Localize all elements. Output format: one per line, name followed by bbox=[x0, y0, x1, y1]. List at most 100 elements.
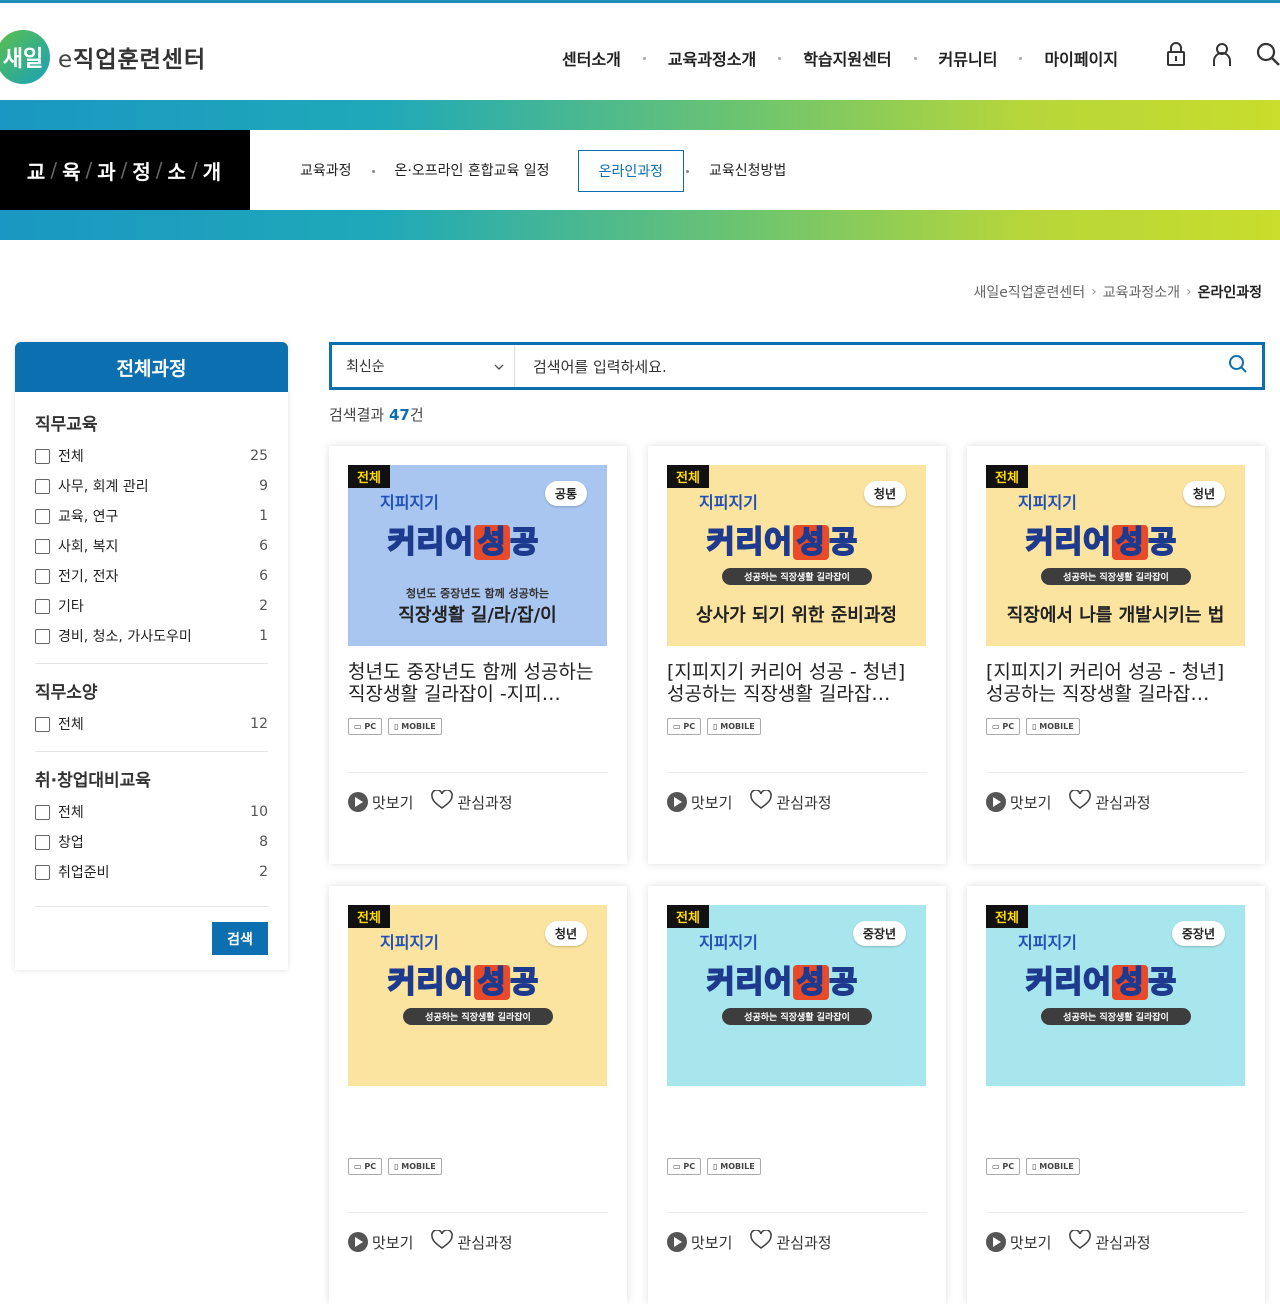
device-badges: ▭ PC ▯ MOBILE bbox=[986, 718, 1080, 735]
filter-option[interactable]: 전체 12 bbox=[35, 709, 268, 739]
course-card[interactable]: 전체 지피지기 중장년 커리어 성 공 성공하는 직장생활 길라잡이 ▭ PC ▯ MOBILE… bbox=[648, 886, 946, 1304]
pc-badge-label: PC bbox=[364, 1162, 377, 1171]
filter-option[interactable]: 경비, 청소, 가사도우미 1 bbox=[35, 621, 268, 651]
checkbox[interactable] bbox=[35, 628, 50, 644]
course-thumbnail[interactable]: 전체 지피지기 청년 커리어 성 공 성공하는 직장생활 길라잡이 직장에서 나를 개발시키는… bbox=[986, 465, 1245, 646]
filter-option[interactable]: 사회, 복지 6 bbox=[35, 531, 268, 561]
filter-group-employment-startup: 취·창업대비교육 전체 10 창업 8 취업준비 2 bbox=[15, 752, 288, 887]
filter-option[interactable]: 교육, 연구 1 bbox=[35, 501, 268, 531]
device-badges: ▭ PC ▯ MOBILE bbox=[667, 1158, 761, 1175]
preview-button[interactable]: 맛보기 bbox=[667, 1232, 732, 1253]
breadcrumb-section[interactable]: 교육과정소개 bbox=[1103, 282, 1180, 302]
mobile-badge: ▯ MOBILE bbox=[707, 718, 761, 735]
sort-select[interactable]: 최신순 bbox=[332, 345, 515, 387]
course-thumbnail[interactable]: 전체 지피지기 청년 커리어 성 공 성공하는 직장생활 길라잡이 상사가 되기 위한 준비과… bbox=[667, 465, 926, 646]
filter-group-job-training: 직무교육 전체 25 사무, 회계 관리 9 교육, 연구 1 사회, 복지 6 전기,… bbox=[15, 392, 288, 651]
checkbox[interactable] bbox=[35, 478, 50, 494]
filter-option-label: 전체 bbox=[58, 717, 84, 733]
checkbox[interactable] bbox=[35, 598, 50, 614]
interest-button[interactable]: 관심과정 bbox=[431, 789, 513, 814]
tab-how-to-apply[interactable]: 교육신청방법 bbox=[689, 150, 806, 192]
course-title[interactable]: 청년도 중장년도 함께 성공하는 직장생활 길라잡이 -지피… bbox=[348, 661, 608, 705]
preview-button[interactable]: 맛보기 bbox=[348, 1232, 413, 1253]
preview-button[interactable]: 맛보기 bbox=[348, 792, 413, 813]
filter-option[interactable]: 사무, 회계 관리 9 bbox=[35, 471, 268, 501]
interest-button[interactable]: 관심과정 bbox=[431, 1229, 513, 1254]
user-icon[interactable] bbox=[1210, 41, 1234, 67]
course-card[interactable]: 전체 지피지기 중장년 커리어 성 공 성공하는 직장생활 길라잡이 ▭ PC ▯ MOBILE… bbox=[967, 886, 1265, 1304]
result-prefix: 검색결과 bbox=[329, 406, 389, 424]
course-card[interactable]: 전체 지피지기 청년 커리어 성 공 성공하는 직장생활 길라잡이 ▭ PC ▯ MOBILE 맛… bbox=[329, 886, 627, 1304]
gnb-item-mypage[interactable]: 마이페이지 bbox=[1022, 46, 1140, 70]
search-input[interactable]: 검색어를 입력하세요. bbox=[515, 345, 1214, 387]
thumbnail-pill: 성공하는 직장생활 길라잡이 bbox=[722, 1008, 872, 1025]
course-title[interactable]: [지피지기 커리어 성공 - 청년] 성공하는 직장생활 길라잡… bbox=[667, 661, 927, 705]
tab-online-courses[interactable]: 온라인과정 bbox=[577, 150, 684, 192]
course-title[interactable] bbox=[986, 1101, 1246, 1145]
filter-search-button[interactable]: 검색 bbox=[212, 922, 268, 955]
thumbnail-headline: 커리어 성 공 bbox=[387, 957, 539, 1001]
checkbox[interactable] bbox=[35, 804, 50, 820]
target-tag: 청년 bbox=[1182, 481, 1225, 506]
checkbox[interactable] bbox=[35, 448, 50, 464]
tab-blended-schedule[interactable]: 온·오프라인 혼합교육 일정 bbox=[375, 150, 570, 192]
checkbox[interactable] bbox=[35, 834, 50, 850]
course-thumbnail[interactable]: 전체 지피지기 중장년 커리어 성 공 성공하는 직장생활 길라잡이 bbox=[986, 905, 1245, 1086]
breadcrumb-current: 온라인과정 bbox=[1197, 285, 1262, 301]
checkbox[interactable] bbox=[35, 864, 50, 880]
tab-courses[interactable]: 교육과정 bbox=[280, 150, 372, 192]
gnb-item-learning-support[interactable]: 학습지원센터 bbox=[781, 46, 913, 70]
pc-badge: ▭ PC bbox=[348, 718, 383, 735]
filter-option-label: 전체 bbox=[58, 805, 84, 821]
headline-mid: 성 bbox=[1111, 524, 1149, 561]
heart-icon bbox=[431, 1229, 454, 1254]
lock-icon[interactable] bbox=[1164, 41, 1188, 67]
gnb-item-community[interactable]: 커뮤니티 bbox=[917, 46, 1020, 70]
gnb-item-courses[interactable]: 교육과정소개 bbox=[646, 46, 778, 70]
interest-button[interactable]: 관심과정 bbox=[750, 789, 832, 814]
site-logo[interactable]: 새일 e직업훈련센터 bbox=[0, 30, 206, 84]
checkbox[interactable] bbox=[35, 568, 50, 584]
gnb-item-center[interactable]: 센터소개 bbox=[540, 46, 643, 70]
course-thumbnail[interactable]: 전체 지피지기 공통 커리어 성 공 청년도 중장년도 함께 성공하는 직장생활 길/라/잡/… bbox=[348, 465, 607, 646]
preview-button[interactable]: 맛보기 bbox=[667, 792, 732, 813]
chevron-down-icon bbox=[494, 358, 504, 374]
checkbox[interactable] bbox=[35, 538, 50, 554]
course-badge: 전체 bbox=[986, 905, 1028, 928]
course-card[interactable]: 전체 지피지기 공통 커리어 성 공 청년도 중장년도 함께 성공하는 직장생활 길/라/잡/… bbox=[329, 446, 627, 864]
play-icon bbox=[348, 1232, 368, 1252]
checkbox[interactable] bbox=[35, 508, 50, 524]
card-actions: 맛보기 관심과정 bbox=[348, 789, 513, 814]
filter-option[interactable]: 전체 10 bbox=[35, 797, 268, 827]
filter-option[interactable]: 전기, 전자 6 bbox=[35, 561, 268, 591]
filter-group-title: 취·창업대비교육 bbox=[35, 771, 151, 791]
sub-navigation: 교 / 육 / 과 / 정 / 소 / 개 교육과정 온·오프라인 혼합교육 일정 온라인… bbox=[0, 130, 1280, 210]
breadcrumb-home[interactable]: 새일e직업훈련센터 bbox=[973, 282, 1085, 302]
course-title[interactable] bbox=[348, 1101, 608, 1145]
headline-right: 공 bbox=[509, 524, 540, 561]
filter-option[interactable]: 전체 25 bbox=[35, 441, 268, 471]
course-title[interactable]: [지피지기 커리어 성공 - 청년] 성공하는 직장생활 길라잡… bbox=[986, 661, 1246, 705]
search-icon[interactable] bbox=[1256, 41, 1280, 67]
course-thumbnail[interactable]: 전체 지피지기 중장년 커리어 성 공 성공하는 직장생활 길라잡이 bbox=[667, 905, 926, 1086]
preview-button[interactable]: 맛보기 bbox=[986, 792, 1051, 813]
search-button[interactable] bbox=[1214, 345, 1262, 387]
course-thumbnail[interactable]: 전체 지피지기 청년 커리어 성 공 성공하는 직장생활 길라잡이 bbox=[348, 905, 607, 1086]
checkbox[interactable] bbox=[35, 716, 50, 732]
filter-option[interactable]: 창업 8 bbox=[35, 827, 268, 857]
thumbnail-headline: 커리어 성 공 bbox=[1025, 957, 1177, 1001]
filter-option[interactable]: 기타 2 bbox=[35, 591, 268, 621]
course-badge: 전체 bbox=[348, 905, 390, 928]
course-card[interactable]: 전체 지피지기 청년 커리어 성 공 성공하는 직장생활 길라잡이 상사가 되기 위한 준비과… bbox=[648, 446, 946, 864]
course-title[interactable] bbox=[667, 1101, 927, 1145]
course-card[interactable]: 전체 지피지기 청년 커리어 성 공 성공하는 직장생활 길라잡이 직장에서 나를 개발시키는… bbox=[967, 446, 1265, 864]
mobile-badge: ▯ MOBILE bbox=[1026, 718, 1080, 735]
filter-option[interactable]: 취업준비 2 bbox=[35, 857, 268, 887]
interest-button[interactable]: 관심과정 bbox=[750, 1229, 832, 1254]
interest-button[interactable]: 관심과정 bbox=[1069, 1229, 1151, 1254]
pc-badge: ▭ PC bbox=[348, 1158, 383, 1175]
interest-button[interactable]: 관심과정 bbox=[1069, 789, 1151, 814]
sidebar-title: 전체과정 bbox=[15, 342, 288, 392]
preview-button[interactable]: 맛보기 bbox=[986, 1232, 1051, 1253]
thumbnail-brand: 지피지기 bbox=[1018, 493, 1077, 512]
